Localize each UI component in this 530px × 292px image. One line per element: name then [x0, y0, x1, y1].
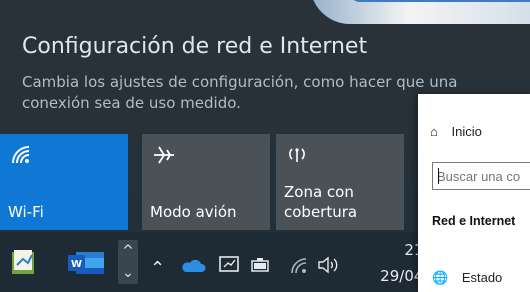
chevron-down-icon[interactable]: ⌄ — [118, 262, 138, 284]
search-box[interactable] — [432, 162, 530, 190]
tile-wifi[interactable]: Wi-Fi — [0, 134, 128, 230]
text-caret — [438, 168, 439, 184]
airplane-icon — [152, 144, 178, 168]
nav-home-label: Inicio — [451, 124, 482, 139]
tile-mobile-hotspot[interactable]: Zona con cobertura — [276, 134, 404, 230]
nav-home[interactable]: ⌂ Inicio — [430, 124, 482, 139]
svg-text:W: W — [71, 259, 82, 270]
wallpaper-swoosh — [310, 0, 530, 24]
battery-icon[interactable] — [248, 256, 272, 278]
network-app-icon[interactable] — [218, 255, 242, 279]
tile-airplane-label: Modo avión — [150, 203, 237, 221]
notes-app-icon[interactable] — [10, 248, 38, 280]
wifi-icon — [10, 144, 36, 168]
home-icon: ⌂ — [430, 124, 438, 139]
word-icon[interactable]: W — [66, 250, 106, 280]
settings-window: ⌂ Inicio Red e Internet 🌐 Estado — [418, 94, 530, 292]
show-hidden-icons-icon[interactable]: ⌃ — [150, 258, 165, 279]
nav-item-status-label: Estado — [461, 270, 503, 285]
search-input[interactable] — [433, 163, 530, 189]
taskbar-scroll-buttons[interactable]: ^ ⌄ — [118, 240, 138, 284]
nav-item-status[interactable]: 🌐 Estado — [432, 270, 502, 286]
section-title: Red e Internet — [432, 214, 516, 228]
panel-title: Configuración de red e Internet — [22, 34, 368, 59]
tile-hotspot-label: Zona con cobertura — [284, 183, 358, 221]
tile-airplane-mode[interactable]: Modo avión — [142, 134, 270, 230]
hotspot-icon — [286, 144, 312, 168]
volume-icon[interactable] — [316, 256, 342, 278]
onedrive-icon[interactable] — [180, 258, 206, 278]
globe-icon: 🌐 — [432, 270, 449, 285]
wifi-icon[interactable] — [290, 257, 310, 279]
chevron-up-icon[interactable]: ^ — [118, 240, 138, 262]
tile-wifi-label: Wi-Fi — [8, 203, 44, 221]
